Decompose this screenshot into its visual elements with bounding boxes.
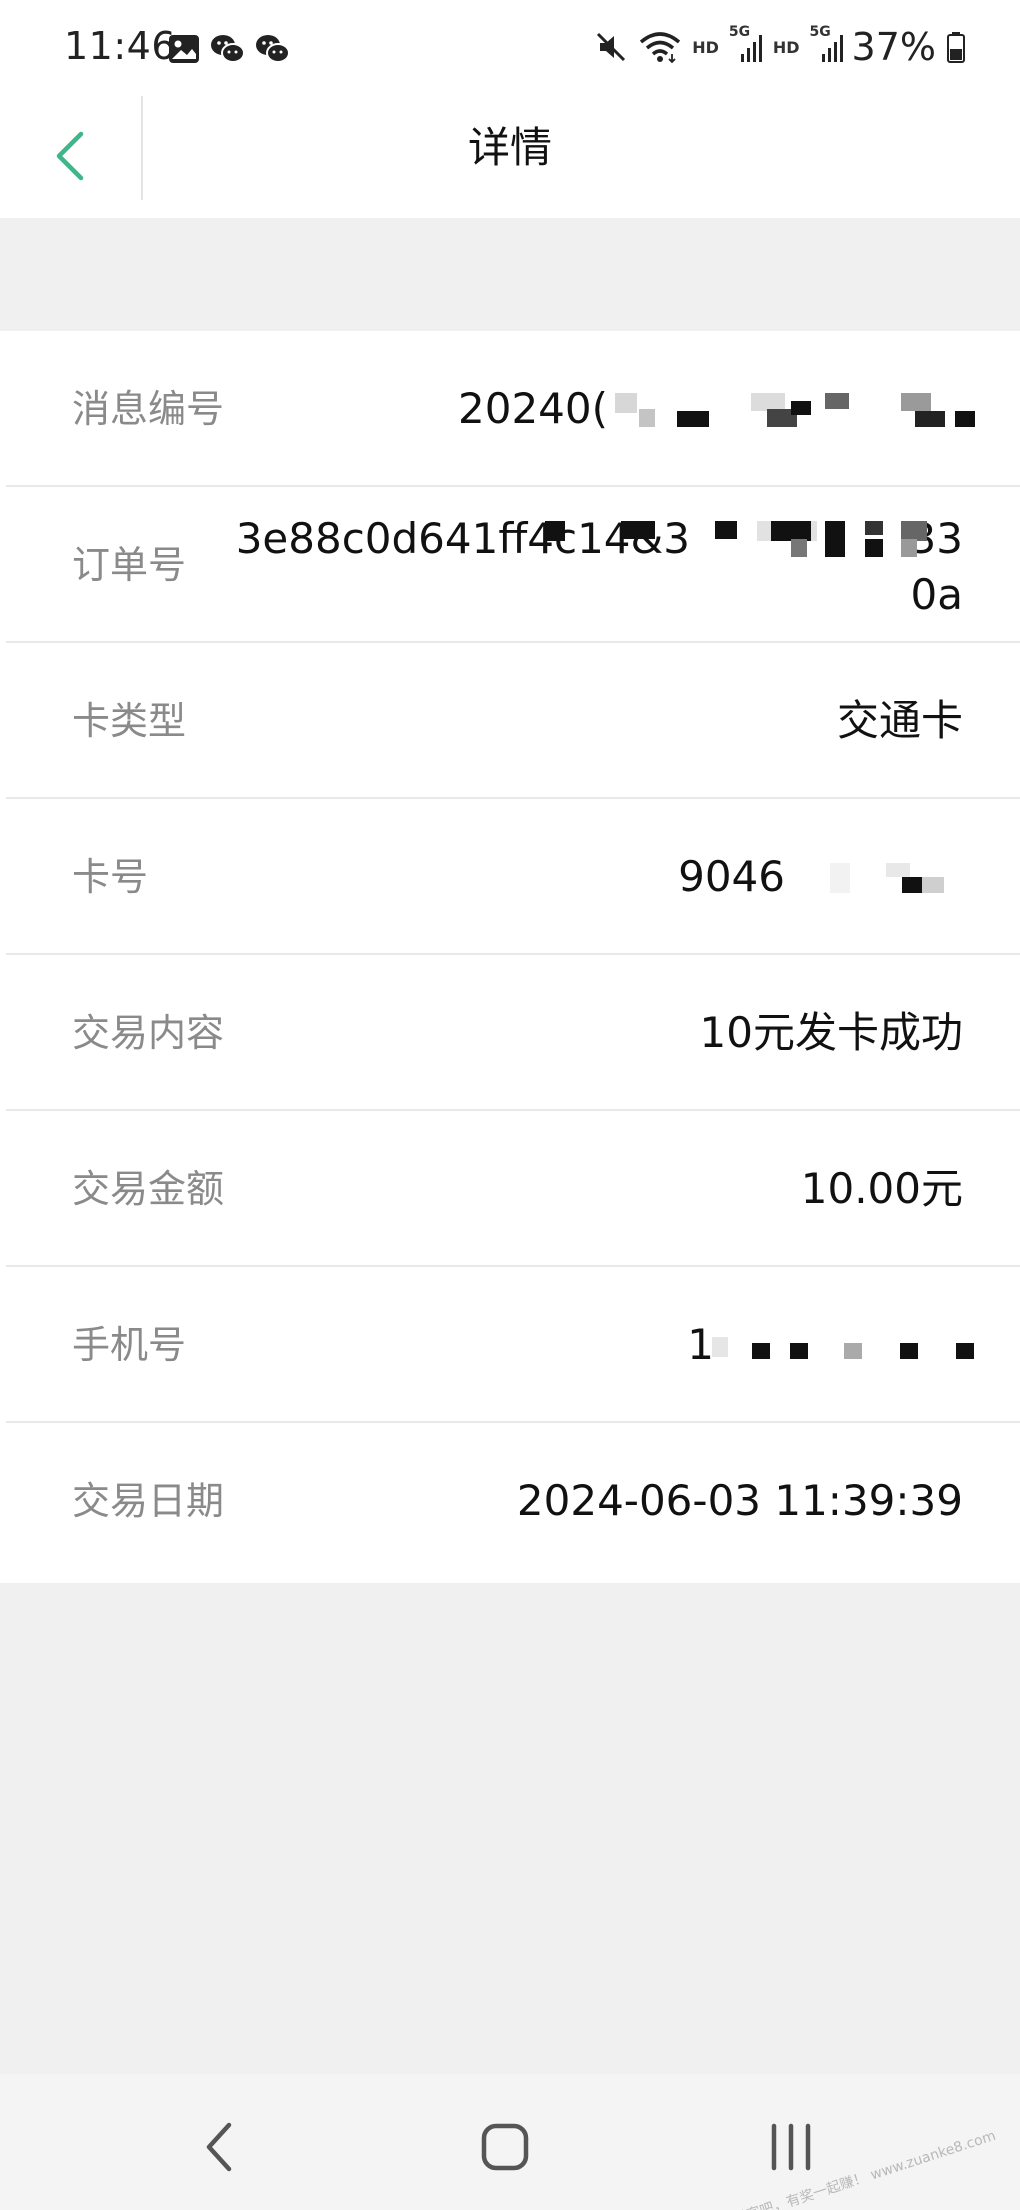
detail-row-card-no: 卡号 9046 xyxy=(0,799,1020,955)
row-label: 订单号 xyxy=(72,543,187,587)
detail-row-message-id: 消息编号 20240( xyxy=(0,331,1020,487)
nav-recents-icon xyxy=(771,2123,811,2171)
signal-icon: 5G xyxy=(729,24,763,64)
detail-row-transaction-content: 交易内容 10元发卡成功 xyxy=(0,955,1020,1111)
system-nav-bar xyxy=(0,2074,1020,2210)
nav-home-button[interactable] xyxy=(460,2112,550,2182)
nav-home-icon xyxy=(481,2123,529,2171)
wechat-icon xyxy=(256,35,290,63)
detail-row-transaction-amount: 交易金额 10.00元 xyxy=(0,1111,1020,1267)
row-label: 交易金额 xyxy=(72,1167,225,1211)
order-no-value-line2: 0a xyxy=(910,570,963,619)
transaction-date-value: 2024-06-03 11:39:39 xyxy=(516,1476,963,1525)
detail-row-phone: 手机号 1 xyxy=(0,1267,1020,1423)
card-no-value: 9046 xyxy=(678,852,785,901)
status-bar: 11:46 HD 5G HD 5G 37% xyxy=(0,0,1020,96)
detail-row-order-no: 订单号 3e88c0d641ff4c14&3 33 0a xyxy=(0,487,1020,643)
row-label: 手机号 xyxy=(72,1323,187,1367)
row-label: 交易日期 xyxy=(72,1479,225,1523)
nav-back-button[interactable] xyxy=(174,2112,264,2182)
nav-back-icon xyxy=(206,2122,232,2172)
mute-icon xyxy=(594,30,628,64)
detail-row-transaction-date: 交易日期 2024-06-03 11:39:39 xyxy=(0,1423,1020,1579)
nav-recents-button[interactable] xyxy=(746,2112,836,2182)
hd-label: HD xyxy=(772,37,800,57)
page-title: 详情 xyxy=(467,123,552,172)
detail-card: 消息编号 20240( 订单号 3e88c0d641ff4c14&3 33 0a xyxy=(0,331,1020,1583)
order-no-value-line1: 3e88c0d641ff4c14&3 xyxy=(235,514,690,563)
message-id-value: 20240( xyxy=(458,384,608,433)
row-label: 消息编号 xyxy=(72,387,225,431)
status-time: 11:46 xyxy=(64,24,177,68)
app-header: 详情 xyxy=(0,96,1020,218)
wechat-icon xyxy=(211,35,245,63)
network-label: 5G xyxy=(728,24,751,40)
card-type-value: 交通卡 xyxy=(836,696,963,745)
row-label: 卡类型 xyxy=(72,699,187,743)
battery-percentage: 37% xyxy=(851,25,936,69)
battery-icon xyxy=(946,30,966,64)
hd-label: HD xyxy=(692,37,719,57)
detail-row-card-type: 卡类型 交通卡 xyxy=(0,643,1020,799)
row-label: 交易内容 xyxy=(72,1011,225,1055)
transaction-content-value: 10元发卡成功 xyxy=(699,1008,963,1057)
network-label: 5G xyxy=(809,24,831,40)
wifi-icon xyxy=(638,30,682,64)
status-indicators: HD 5G HD 5G 37% xyxy=(584,24,966,70)
transaction-amount-value: 10.00元 xyxy=(800,1164,963,1213)
phone-value: 1 xyxy=(687,1320,714,1369)
image-icon xyxy=(169,35,199,63)
row-label: 卡号 xyxy=(72,855,149,899)
signal-icon: 5G xyxy=(810,24,844,64)
